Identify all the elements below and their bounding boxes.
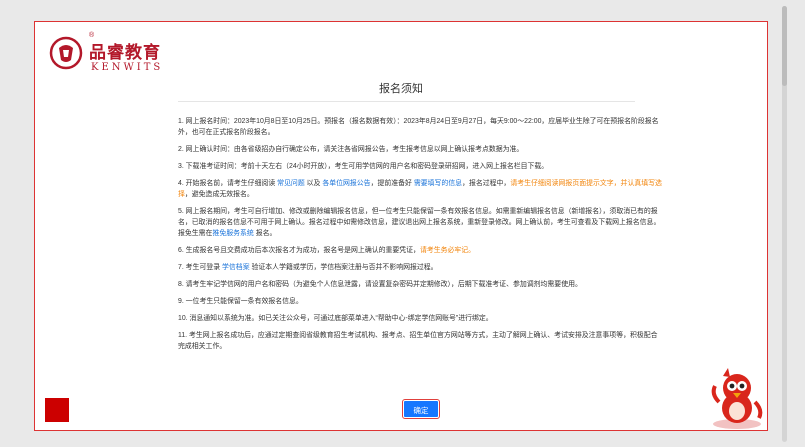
notice-item-2: 2. 网上确认时间：由各省级招办自行确定公布，请关注各省网报公告，考生报考信息以… xyxy=(178,144,662,155)
notice-text: 8. 请考生牢记学信网的用户名和密码（为避免个人信息泄露，请设置复杂密码并定期修… xyxy=(178,281,582,288)
confirm-button[interactable]: 确定 xyxy=(402,399,440,419)
kenwits-logo: ® 品睿教育 KENWITS xyxy=(49,32,161,80)
notice-content: 1. 网上报名时间：2023年10月8日至10月25日。预报名（报名数据有效）：… xyxy=(178,116,662,358)
notice-highlight: 请考生务必牢记。 xyxy=(419,247,476,254)
notice-text: 以及 xyxy=(304,180,323,187)
notice-text: 2. 网上确认时间：由各省级招办自行确定公布，请关注各省网报公告，考生报考信息以… xyxy=(178,146,524,153)
mascot-icon xyxy=(711,368,763,429)
notice-item-8: 8. 请考生牢记学信网的用户名和密码（为避免个人信息泄露，请设置复杂密码并定期修… xyxy=(178,279,662,290)
notice-text: 11. 考生网上报名成功后，应通过定期查阅省级教育招生考试机构、报考点、招生单位… xyxy=(178,332,658,350)
notice-link[interactable]: 常见问题 xyxy=(277,180,305,187)
page-title: 报名须知 xyxy=(379,83,423,95)
logo-text-en: KENWITS xyxy=(91,62,164,73)
notice-item-1: 1. 网上报名时间：2023年10月8日至10月25日。预报名（报名数据有效）：… xyxy=(178,116,662,138)
notice-link[interactable]: 各单位网报公告 xyxy=(322,180,370,187)
notice-text: ，报名过程中， xyxy=(462,180,511,187)
red-square-marker xyxy=(45,398,69,422)
notice-text: 9. 一位考生只能保留一条有效报名信息。 xyxy=(178,298,303,305)
notice-dialog: ® 品睿教育 KENWITS 报名须知 1. 网上报名时间：2023年10月8日… xyxy=(34,21,768,431)
notice-text: 1. 网上报名时间：2023年10月8日至10月25日。预报名（报名数据有效）：… xyxy=(178,118,659,136)
notice-item-6: 6. 生成报名号且交费成功后本次报名才为成功，报名号是网上确认的重要凭证，请考生… xyxy=(178,245,662,256)
notice-text: ，提前准备好 xyxy=(370,180,414,187)
notice-item-10: 10. 消息通知以系统为准。如已关注公众号，可通过底部菜单进入“帮助中心-绑定学… xyxy=(178,313,662,324)
notice-link[interactable]: 学信档案 xyxy=(222,264,250,271)
notice-item-3: 3. 下载准考证时间：考前十天左右（24小时开放），考生可用学信网的用户名和密码… xyxy=(178,161,662,172)
logo-badge-icon xyxy=(49,36,83,70)
notice-item-4: 4. 开始报名前，请考生仔细阅读 常见问题 以及 各单位网报公告，提前准备好 需… xyxy=(178,178,662,200)
notice-text: 报名。 xyxy=(253,230,277,237)
logo-text-cn: 品睿教育 xyxy=(89,43,161,63)
page-scrollbar[interactable] xyxy=(782,6,787,442)
notice-text: 4. 开始报名前，请考生仔细阅读 xyxy=(178,180,278,187)
notice-text: 3. 下载准考证时间：考前十天左右（24小时开放），考生可用学信网的用户名和密码… xyxy=(178,163,549,170)
notice-text: 7. 考生可登录 xyxy=(178,264,223,271)
notice-item-7: 7. 考生可登录 学信档案 验证本人学籍或学历，学信档案注册与否并不影响网报过程… xyxy=(178,262,662,273)
notice-item-5: 5. 网上报名期间，考生可自行增加、修改或删除编辑报名信息，但一位考生只能保留一… xyxy=(178,206,662,239)
notice-text: ，避免造成无效报名。 xyxy=(184,191,254,198)
notice-item-11: 11. 考生网上报名成功后，应通过定期查阅省级教育招生考试机构、报考点、招生单位… xyxy=(178,330,662,352)
notice-link[interactable]: 需要填写的信息 xyxy=(414,180,462,187)
notice-text: 6. 生成报名号且交费成功后本次报名才为成功，报名号是网上确认的重要凭证， xyxy=(178,247,420,254)
notice-text: 验证本人学籍或学历，学信档案注册与否并不影响网报过程。 xyxy=(249,264,438,271)
title-divider xyxy=(178,101,635,102)
notice-item-9: 9. 一位考生只能保留一条有效报名信息。 xyxy=(178,296,662,307)
notice-link[interactable]: 推免服务系统 xyxy=(212,230,253,237)
notice-text: 10. 消息通知以系统为准。如已关注公众号，可通过底部菜单进入“帮助中心-绑定学… xyxy=(178,315,493,322)
scrollbar-thumb[interactable] xyxy=(782,6,787,86)
